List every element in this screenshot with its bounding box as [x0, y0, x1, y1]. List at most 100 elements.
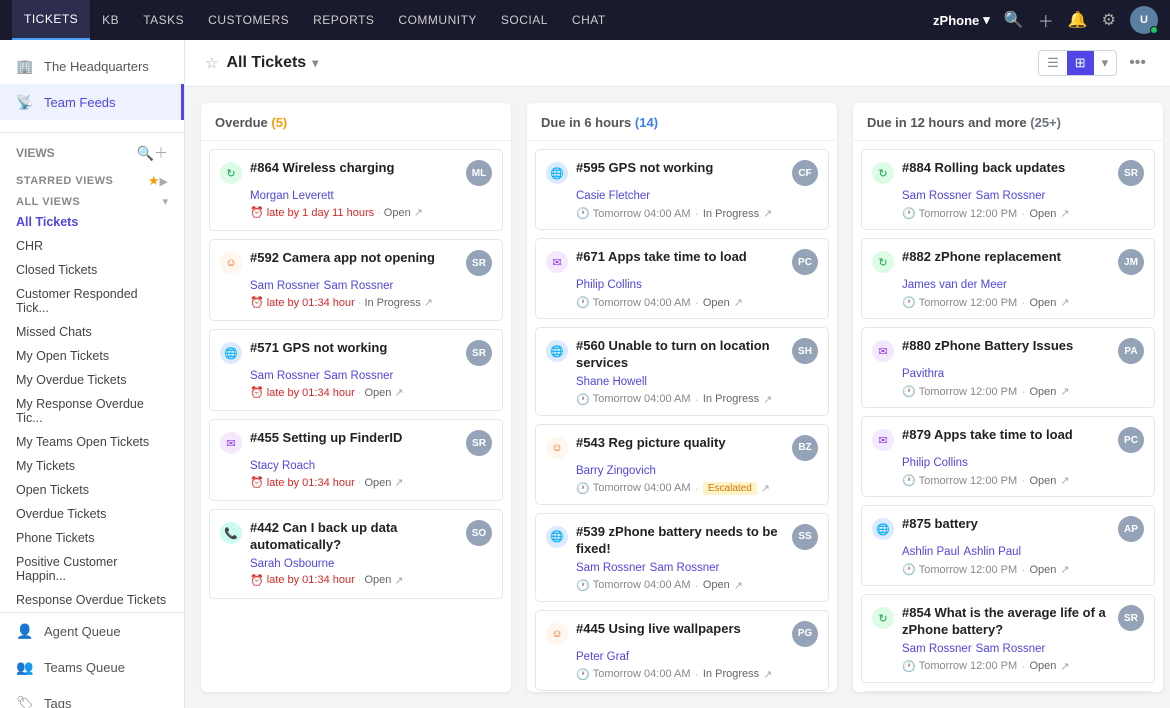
sidebar-view-closed-tickets[interactable]: Closed Tickets	[0, 258, 184, 282]
ticket-884[interactable]: ↻ #884 Rolling back updates SR Sam Rossn…	[861, 149, 1155, 230]
ticket-884-assignee-1[interactable]: Sam Rossner	[902, 190, 972, 202]
ticket-879-header: ✉ #879 Apps take time to load PC	[872, 427, 1144, 453]
ticket-854[interactable]: ↻ #854 What is the average life of a zPh…	[861, 594, 1155, 683]
nav-social[interactable]: SOCIAL	[489, 0, 560, 40]
sidebar-view-my-response-overdue[interactable]: My Response Overdue Tic...	[0, 392, 184, 430]
ticket-595-type-icon: 🌐	[546, 162, 568, 184]
sidebar-view-phone-tickets[interactable]: Phone Tickets	[0, 526, 184, 550]
nav-customers[interactable]: CUSTOMERS	[196, 0, 301, 40]
more-options-btn[interactable]: •••	[1125, 50, 1150, 76]
ticket-595-assignee-1[interactable]: Casie Fletcher	[576, 190, 650, 202]
sidebar-item-tags[interactable]: 🏷 Tags	[0, 685, 184, 708]
ticket-445-assignee-1[interactable]: Peter Graf	[576, 651, 629, 663]
ticket-592-assignee-2[interactable]: Sam Rossner	[324, 280, 394, 292]
ticket-864[interactable]: ↻ #864 Wireless charging ML Morgan Lever…	[209, 149, 503, 231]
notification-icon[interactable]: 🔔	[1068, 10, 1088, 30]
ticket-864-type-icon: ↻	[220, 162, 242, 184]
ticket-560-assignee-1[interactable]: Shane Howell	[576, 376, 647, 388]
ticket-445[interactable]: ☺ #445 Using live wallpapers PG Peter Gr…	[535, 610, 829, 691]
views-add-icon[interactable]: ＋	[154, 143, 168, 163]
ticket-571-avatar: SR	[466, 340, 492, 366]
nav-tickets[interactable]: TICKETS	[12, 0, 90, 40]
sidebar-item-agent-queue[interactable]: 👤 Agent Queue	[0, 613, 184, 649]
search-icon[interactable]: 🔍	[1004, 10, 1024, 30]
sidebar-view-positive-customer[interactable]: Positive Customer Happin...	[0, 550, 184, 588]
avatar[interactable]: U	[1130, 6, 1158, 34]
list-view-btn[interactable]: ☰	[1039, 51, 1067, 75]
views-search-icon[interactable]: 🔍	[137, 145, 154, 162]
ticket-543[interactable]: ☺ #543 Reg picture quality BZ Barry Zing…	[535, 424, 829, 505]
settings-icon[interactable]: ⚙	[1102, 10, 1116, 30]
ticket-539-assignee-1[interactable]: Sam Rossner	[576, 562, 646, 574]
sidebar-item-teams-queue[interactable]: 👥 Teams Queue	[0, 649, 184, 685]
sidebar-view-chr[interactable]: CHR	[0, 234, 184, 258]
sidebar-view-my-tickets[interactable]: My Tickets	[0, 454, 184, 478]
sidebar-view-my-open[interactable]: My Open Tickets	[0, 344, 184, 368]
nav-reports[interactable]: REPORTS	[301, 0, 386, 40]
add-icon[interactable]: ＋	[1038, 8, 1054, 32]
ticket-571-assignee-2[interactable]: Sam Rossner	[324, 370, 394, 382]
ticket-592[interactable]: ☺ #592 Camera app not opening SR Sam Ros…	[209, 239, 503, 321]
ticket-884-assignee-2[interactable]: Sam Rossner	[976, 190, 1046, 202]
sidebar-view-all-tickets[interactable]: All Tickets	[0, 210, 184, 234]
ticket-595[interactable]: 🌐 #595 GPS not working CF Casie Fletcher…	[535, 149, 829, 230]
ticket-539[interactable]: 🌐 #539 zPhone battery needs to be fixed!…	[535, 513, 829, 602]
ticket-854-assignee-1[interactable]: Sam Rossner	[902, 643, 972, 655]
brand-label[interactable]: zPhone ▾	[933, 12, 990, 28]
ticket-442[interactable]: 📞 #442 Can I back up data automatically?…	[209, 509, 503, 599]
ticket-880-type-icon: ✉	[872, 340, 894, 362]
ticket-455-assignee-1[interactable]: Stacy Roach	[250, 460, 315, 472]
page-title-dropdown[interactable]: All Tickets ▾	[226, 54, 318, 72]
ticket-838[interactable]: ☺ #838 zPhone not working NH Nicole Hawk…	[861, 691, 1155, 692]
sidebar-view-my-teams-open[interactable]: My Teams Open Tickets	[0, 430, 184, 454]
late-icon-3: ⏰	[250, 386, 264, 399]
ticket-671-assignee-1[interactable]: Philip Collins	[576, 279, 642, 291]
content-area: ☆ All Tickets ▾ ☰ ⊞ ▾ ••• Overdue (5)	[185, 40, 1170, 708]
sidebar-view-response-overdue[interactable]: Response Overdue Tickets	[0, 588, 184, 612]
ticket-592-assignee-1[interactable]: Sam Rossner	[250, 280, 320, 292]
ticket-455[interactable]: ✉ #455 Setting up FinderID SR Stacy Roac…	[209, 419, 503, 501]
ticket-875-avatar: AP	[1118, 516, 1144, 542]
starred-arrow-icon[interactable]: ▶	[160, 175, 168, 188]
sidebar-item-teamfeeds[interactable]: 📡 Team Feeds	[0, 84, 184, 120]
main-layout: 🏢 The Headquarters 📡 Team Feeds Views 🔍 …	[0, 40, 1170, 708]
all-views-arrow-icon[interactable]: ▾	[162, 195, 168, 208]
sidebar-view-missed-chats[interactable]: Missed Chats	[0, 320, 184, 344]
ticket-882[interactable]: ↻ #882 zPhone replacement JM James van d…	[861, 238, 1155, 319]
favorite-star-icon[interactable]: ☆	[205, 54, 218, 72]
ticket-879[interactable]: ✉ #879 Apps take time to load PC Philip …	[861, 416, 1155, 497]
sidebar-view-my-overdue[interactable]: My Overdue Tickets	[0, 368, 184, 392]
ticket-571-assignee-1[interactable]: Sam Rossner	[250, 370, 320, 382]
sidebar-view-open-tickets[interactable]: Open Tickets	[0, 478, 184, 502]
ticket-442-assignee-1[interactable]: Sarah Osbourne	[250, 558, 334, 570]
ticket-560-title: #560 Unable to turn on location services	[576, 338, 784, 372]
nav-kb[interactable]: KB	[90, 0, 131, 40]
nav-chat[interactable]: CHAT	[560, 0, 618, 40]
sidebar-item-headquarters[interactable]: 🏢 The Headquarters	[0, 48, 184, 84]
ticket-671[interactable]: ✉ #671 Apps take time to load PC Philip …	[535, 238, 829, 319]
ticket-445-meta: 🕐 Tomorrow 04:00 AM · In Progress ↗	[576, 667, 818, 682]
ticket-875-assignee-2[interactable]: Ashlin Paul	[964, 546, 1022, 558]
sidebar-view-overdue-tickets[interactable]: Overdue Tickets	[0, 502, 184, 526]
ticket-560[interactable]: 🌐 #560 Unable to turn on location servic…	[535, 327, 829, 416]
grid-view-btn[interactable]: ⊞	[1067, 51, 1094, 75]
nav-community[interactable]: COMMUNITY	[386, 0, 489, 40]
ticket-879-assignee-1[interactable]: Philip Collins	[902, 457, 968, 469]
toggle-arrow-btn[interactable]: ▾	[1094, 51, 1117, 75]
ticket-882-assignee-1[interactable]: James van der Meer	[902, 279, 1007, 291]
ticket-442-late: ⏰ late by 01:34 hour · Open ↗	[250, 574, 492, 587]
ticket-884-meta: 🕐 Tomorrow 12:00 PM · Open ↗	[902, 206, 1144, 221]
ticket-880-assignee-1[interactable]: Pavithra	[902, 368, 944, 380]
column-due-6h-tickets: 🌐 #595 GPS not working CF Casie Fletcher…	[527, 141, 837, 692]
ticket-875-assignee-1[interactable]: Ashlin Paul	[902, 546, 960, 558]
ticket-875[interactable]: 🌐 #875 battery AP Ashlin Paul Ashlin Pau…	[861, 505, 1155, 586]
ticket-854-assignee-2[interactable]: Sam Rossner	[976, 643, 1046, 655]
nav-tasks[interactable]: TASKS	[131, 0, 196, 40]
ticket-571[interactable]: 🌐 #571 GPS not working SR Sam Rossner Sa…	[209, 329, 503, 411]
sidebar-view-customer-responded[interactable]: Customer Responded Tick...	[0, 282, 184, 320]
ticket-864-assignee-1[interactable]: Morgan Leverett	[250, 190, 334, 202]
ticket-543-assignee-1[interactable]: Barry Zingovich	[576, 465, 656, 477]
ticket-595-time: 🕐 Tomorrow 04:00 AM	[576, 207, 691, 220]
ticket-880[interactable]: ✉ #880 zPhone Battery Issues PA Pavithra…	[861, 327, 1155, 408]
ticket-539-assignee-2[interactable]: Sam Rossner	[650, 562, 720, 574]
